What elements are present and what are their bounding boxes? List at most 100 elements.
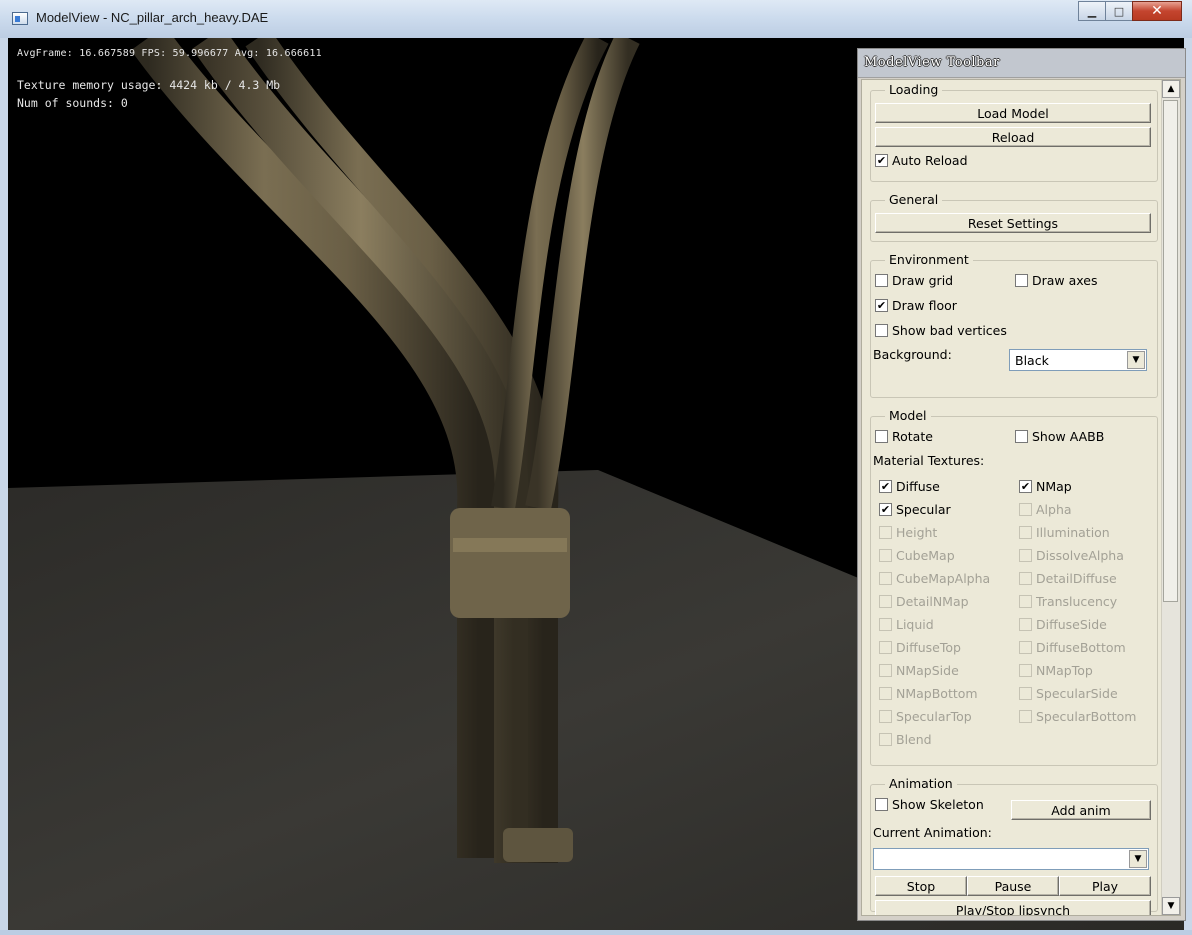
modelview-toolbar: ModelView Toolbar Loading Load Model Rel… — [857, 48, 1186, 921]
chevron-down-icon[interactable]: ▼ — [1127, 351, 1145, 369]
add-anim-button[interactable]: Add anim — [1011, 800, 1151, 820]
checkbox-label: NMapSide — [896, 663, 959, 678]
group-model: Model Rotate Show AABB Material Textures… — [870, 408, 1158, 766]
texture-checkbox-dissolvealpha: DissolveAlpha — [1019, 548, 1124, 563]
checkbox-box — [879, 595, 892, 608]
texture-checkbox-cubemapalpha: CubeMapAlpha — [879, 571, 990, 586]
pillar-base-foot — [503, 828, 573, 862]
rotate-checkbox[interactable]: Rotate — [875, 429, 933, 444]
checkbox-box: ✔ — [879, 503, 892, 516]
draw-grid-checkbox[interactable]: Draw grid — [875, 273, 953, 288]
auto-reload-checkbox[interactable]: ✔ Auto Reload — [875, 153, 968, 168]
group-animation: Animation Show Skeleton Add anim Current… — [870, 776, 1158, 915]
checkbox-label: SpecularSide — [1036, 686, 1118, 701]
texture-checkbox-specular[interactable]: ✔ Specular — [879, 502, 951, 517]
show-skeleton-checkbox[interactable]: Show Skeleton — [875, 797, 984, 812]
texture-memory-text: Texture memory usage: 4424 kb / 4.3 Mb — [17, 78, 281, 92]
scrollbar-thumb[interactable] — [1163, 100, 1178, 602]
reset-settings-button[interactable]: Reset Settings — [875, 213, 1151, 233]
checkbox-box — [875, 798, 888, 811]
checkbox-box — [879, 710, 892, 723]
window-frame-left — [0, 38, 8, 930]
checkbox-label: Alpha — [1036, 502, 1072, 517]
texture-checkbox-alpha: Alpha — [1019, 502, 1072, 517]
texture-checkbox-diffusetop: DiffuseTop — [879, 640, 961, 655]
texture-checkbox-nmapbottom: NMapBottom — [879, 686, 978, 701]
checkbox-label: Illumination — [1036, 525, 1110, 540]
checkbox-box: ✔ — [879, 480, 892, 493]
load-model-button[interactable]: Load Model — [875, 103, 1151, 123]
stop-button[interactable]: Stop — [875, 876, 967, 896]
background-select[interactable]: Black ▼ — [1009, 349, 1147, 371]
group-legend-loading: Loading — [885, 82, 943, 97]
scroll-up-icon[interactable]: ▲ — [1162, 80, 1180, 98]
current-animation-label: Current Animation: — [873, 825, 992, 840]
window-frame-bottom — [0, 930, 1192, 935]
texture-checkbox-translucency: Translucency — [1019, 594, 1117, 609]
checkbox-box — [1019, 549, 1032, 562]
checkbox-label: SpecularBottom — [1036, 709, 1137, 724]
texture-checkbox-nmap[interactable]: ✔ NMap — [1019, 479, 1072, 494]
checkbox-label: Show Skeleton — [892, 797, 984, 812]
checkbox-label: SpecularTop — [896, 709, 972, 724]
checkbox-box: ✔ — [875, 154, 888, 167]
checkbox-box — [875, 430, 888, 443]
checkbox-label: Draw grid — [892, 273, 954, 288]
play-stop-lipsynch-button[interactable]: Play/Stop lipsynch — [875, 900, 1151, 915]
toolbar-scrollbar[interactable]: ▲ ▼ — [1161, 80, 1180, 915]
checkbox-box — [875, 324, 888, 337]
checkbox-label: Blend — [896, 732, 932, 747]
checkbox-box — [1015, 274, 1028, 287]
maximize-button[interactable]: □ — [1105, 1, 1133, 21]
checkbox-box — [1019, 526, 1032, 539]
app-icon — [12, 12, 28, 25]
draw-floor-checkbox[interactable]: ✔ Draw floor — [875, 298, 957, 313]
checkbox-label: NMapTop — [1036, 663, 1093, 678]
checkbox-box — [879, 526, 892, 539]
checkbox-label: DiffuseTop — [896, 640, 961, 655]
texture-checkbox-detailnmap: DetailNMap — [879, 594, 969, 609]
show-aabb-checkbox[interactable]: Show AABB — [1015, 429, 1104, 444]
pause-button[interactable]: Pause — [967, 876, 1059, 896]
checkbox-box — [1019, 572, 1032, 585]
scroll-down-icon[interactable]: ▼ — [1162, 897, 1180, 915]
checkbox-label: DetailDiffuse — [1036, 571, 1117, 586]
play-button[interactable]: Play — [1059, 876, 1151, 896]
num-sounds-text: Num of sounds: 0 — [17, 96, 128, 110]
show-bad-vertices-checkbox[interactable]: Show bad vertices — [875, 323, 1007, 338]
chevron-down-icon[interactable]: ▼ — [1129, 850, 1147, 868]
checkbox-box — [879, 549, 892, 562]
window-controls: ▁ □ ✕ — [1078, 1, 1182, 21]
texture-checkbox-specularside: SpecularSide — [1019, 686, 1118, 701]
toolbar-body: Loading Load Model Reload ✔ Auto Reload … — [861, 79, 1181, 916]
checkbox-label: Specular — [896, 502, 951, 517]
checkbox-label: DissolveAlpha — [1036, 548, 1124, 563]
checkbox-label: CubeMap — [896, 548, 955, 563]
window-title: ModelView - NC_pillar_arch_heavy.DAE — [36, 10, 269, 25]
close-button[interactable]: ✕ — [1132, 1, 1182, 21]
checkbox-label: DetailNMap — [896, 594, 969, 609]
checkbox-label: Liquid — [896, 617, 934, 632]
checkbox-label: Draw floor — [892, 298, 957, 313]
checkbox-box — [1019, 503, 1032, 516]
window-titlebar[interactable]: ModelView - NC_pillar_arch_heavy.DAE ▁ □… — [0, 0, 1192, 39]
checkbox-label: NMapBottom — [896, 686, 978, 701]
toolbar-title[interactable]: ModelView Toolbar — [858, 49, 1185, 78]
texture-checkbox-illumination: Illumination — [1019, 525, 1110, 540]
background-select-value: Black — [1015, 352, 1049, 368]
texture-checkbox-height: Height — [879, 525, 937, 540]
texture-checkbox-diffuse[interactable]: ✔ Diffuse — [879, 479, 940, 494]
current-animation-select[interactable]: ▼ — [873, 848, 1149, 870]
checkbox-label: DiffuseSide — [1036, 617, 1107, 632]
checkbox-box — [879, 664, 892, 677]
group-legend-environment: Environment — [885, 252, 973, 267]
minimize-button[interactable]: ▁ — [1078, 1, 1106, 21]
group-loading: Loading Load Model Reload ✔ Auto Reload — [870, 82, 1158, 182]
reload-button[interactable]: Reload — [875, 127, 1151, 147]
checkbox-box — [879, 572, 892, 585]
checkbox-label: Show bad vertices — [892, 323, 1007, 338]
draw-axes-checkbox[interactable]: Draw axes — [1015, 273, 1098, 288]
texture-checkbox-cubemap: CubeMap — [879, 548, 955, 563]
texture-checkbox-speculartop: SpecularTop — [879, 709, 972, 724]
group-general: General Reset Settings — [870, 192, 1158, 242]
